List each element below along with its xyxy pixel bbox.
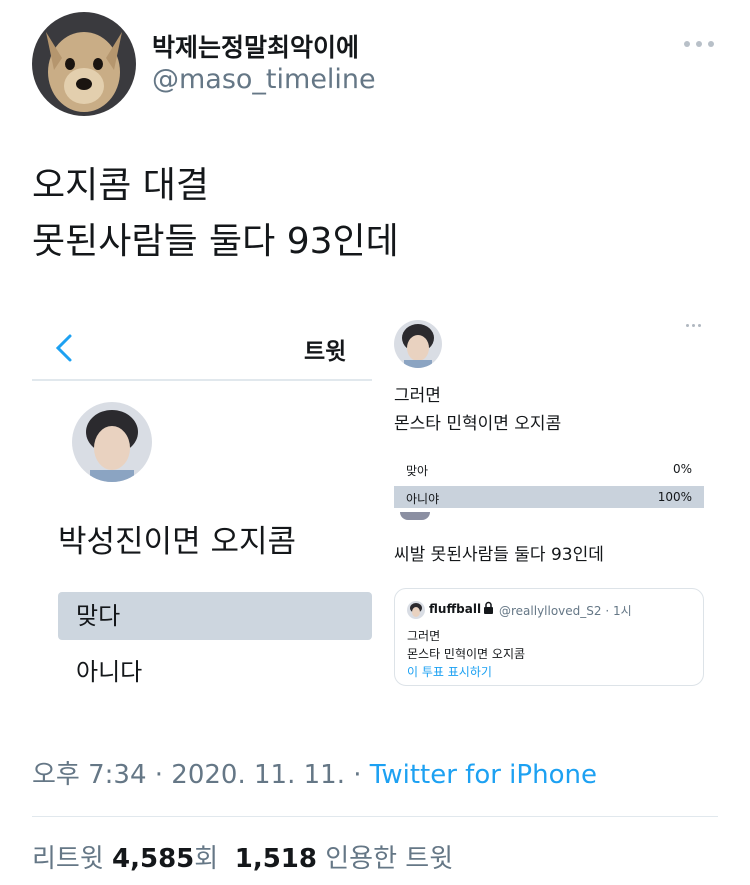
tweet-source-link[interactable]: Twitter for iPhone — [370, 760, 597, 790]
separator-dot: · — [154, 760, 172, 790]
media-image-left[interactable]: 트윗 박성진이면 오지콤 맞다 아니다 — [32, 312, 372, 712]
poll-option[interactable]: 맞다 — [58, 592, 372, 640]
poll-result-label: 맞아 — [406, 464, 429, 478]
media-image-right[interactable]: 그러면 몬스타 민혁이면 오지콤 맞아 0% 아니야 100% 씨발 못된사람들… — [378, 312, 718, 712]
retweet-unit: 회 — [194, 844, 219, 874]
quote-count[interactable]: 1,518 — [235, 844, 317, 874]
quoted-handle: @reallylloved_S2 · 1시 — [499, 604, 632, 618]
tweet-text: 오지콤 대결 못된사람들 둘다 93인데 — [32, 158, 712, 270]
lock-icon — [484, 601, 493, 614]
user-handle[interactable]: @maso_timeline — [152, 64, 376, 95]
show-poll-link: 이 투표 표시하기 — [407, 665, 492, 679]
reply-text: 씨발 못된사람들 둘다 93인데 — [394, 545, 604, 565]
quoted-avatar — [407, 601, 425, 619]
quoted-line: 몬스타 민혁이면 오지콤 — [407, 647, 526, 661]
tweet-line: 오지콤 대결 — [32, 165, 210, 206]
poll-option[interactable]: 아니다 — [58, 648, 372, 696]
retweet-count[interactable]: 4,585 — [112, 844, 194, 874]
quoted-tweet: fluffball @reallylloved_S2 · 1시 그러면 몬스타 … — [394, 588, 704, 686]
poll-result-percent: 100% — [657, 490, 692, 504]
tweet-date: 2020. 11. 11. — [171, 760, 345, 790]
divider — [32, 816, 718, 817]
display-name[interactable]: 박제는정말최악이에 — [152, 28, 359, 64]
poll-result-label: 아니야 — [406, 492, 440, 506]
tweet-line: 몬스타 민혁이면 오지콤 — [394, 414, 562, 434]
tweet-line: 못된사람들 둘다 93인데 — [32, 221, 399, 262]
poll-result-percent: 0% — [672, 462, 692, 476]
author-avatar[interactable] — [32, 12, 136, 116]
tweet-meta: 오후 7:34 · 2020. 11. 11. · Twitter for iP… — [32, 754, 597, 791]
cropped-avatar-fragment — [400, 512, 430, 520]
quoted-text: 그러면 몬스타 민혁이면 오지콤 — [407, 627, 525, 663]
quoted-name: fluffball — [429, 602, 482, 616]
header-title: 트윗 — [304, 339, 347, 365]
tweet-text: 그러면 몬스타 민혁이면 오지콤 — [394, 382, 561, 438]
poll-author-avatar — [394, 320, 442, 368]
more-options-icon[interactable] — [684, 34, 724, 54]
poll-result-row: 맞아 0% — [394, 458, 704, 480]
quote-label: 인용한 트윗 — [325, 844, 454, 874]
poll-author-avatar — [72, 402, 152, 482]
retweet-label: 리트윗 — [32, 844, 104, 874]
more-options-icon — [686, 324, 701, 327]
divider — [32, 379, 372, 381]
tweet-line: 그러면 — [394, 386, 441, 406]
poll-question: 박성진이면 오지콤 — [58, 524, 297, 560]
poll-result-row: 아니야 100% — [394, 486, 704, 508]
back-chevron-icon — [55, 334, 72, 362]
separator-dot: · — [353, 760, 370, 790]
tweet-time: 오후 7:34 — [32, 760, 147, 790]
tweet-stats: 리트윗 4,585회 1,518 인용한 트윗 — [32, 838, 453, 875]
quoted-line: 그러면 — [407, 629, 441, 643]
